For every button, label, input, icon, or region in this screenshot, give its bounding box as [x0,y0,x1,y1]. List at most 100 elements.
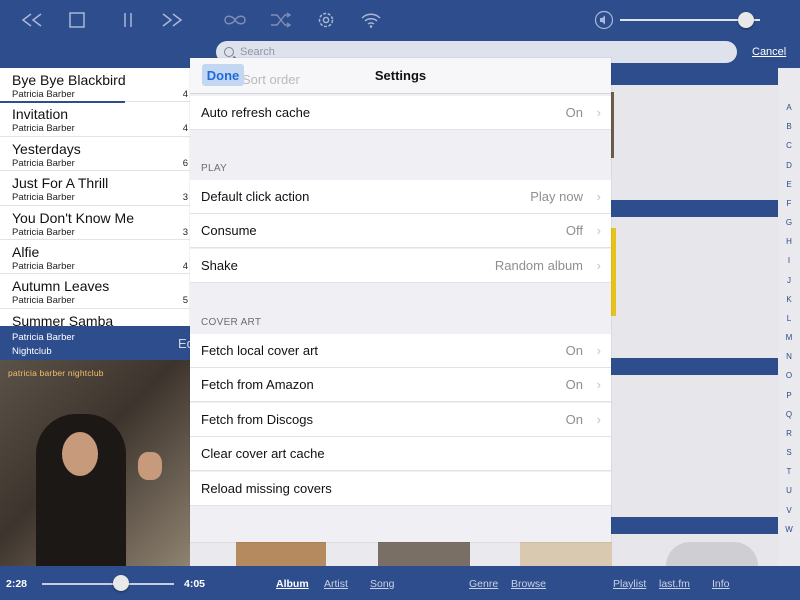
settings-row[interactable]: Clear cover art cache [190,437,611,472]
album-thumb[interactable] [666,542,758,566]
stop-icon[interactable] [63,8,91,32]
alphabet-index-letter[interactable]: A [786,104,791,112]
track-artist: Patricia Barber [12,123,75,135]
rewind-icon[interactable] [18,8,46,32]
settings-row[interactable]: Auto refresh cache On › [190,96,611,130]
cover-hand [138,452,162,480]
alphabet-index-letter[interactable]: F [787,199,792,208]
playlist-item[interactable]: Autumn Leaves Patricia Barber 5 [0,274,190,309]
album-thumb[interactable] [611,92,614,158]
section-band [611,358,778,375]
chevron-right-icon: › [596,343,601,358]
settings-row[interactable]: Fetch from Amazon On › [190,368,611,403]
alphabet-index-letter[interactable]: H [786,238,792,246]
alphabet-index-letter[interactable]: U [786,487,792,495]
alphabet-index-letter[interactable]: O [786,372,792,380]
alphabet-index-letter[interactable]: B [786,123,791,131]
playlist-item[interactable]: Summer Samba [0,309,190,326]
alphabet-index-letter[interactable]: E [786,180,791,189]
setting-label: Shake [201,257,238,273]
alphabet-index-letter[interactable]: K [786,295,791,304]
chevron-right-icon: › [596,223,601,239]
chevron-right-icon: › [596,189,601,204]
cancel-button[interactable]: Cancel [752,46,786,58]
alphabet-index-letter[interactable]: L [787,314,791,323]
album-thumb[interactable] [611,228,616,316]
album-thumb[interactable] [378,542,470,566]
setting-value: Play now [530,189,583,204]
settings-row[interactable]: Shake Random album › [190,248,611,283]
chevron-right-icon: › [596,377,601,393]
nav-tab-lastfm[interactable]: last.fm [659,578,690,590]
repeat-icon[interactable] [221,8,249,32]
playlist-item[interactable]: Bye Bye Blackbird Patricia Barber 4 [0,68,190,103]
alphabet-index-letter[interactable]: S [786,449,791,457]
alphabet-index-letter[interactable]: Q [786,410,792,419]
setting-label: Fetch from Discogs [201,411,313,427]
chevron-right-icon: › [596,411,601,427]
alphabet-index-letter[interactable]: I [788,257,790,265]
gear-icon[interactable] [312,8,340,32]
album-cover[interactable]: patricia barber nightclub [0,360,190,566]
settings-row[interactable]: Consume Off › [190,214,611,249]
album-thumb[interactable] [236,542,326,566]
speaker-icon[interactable] [590,8,618,32]
playlist-item[interactable]: Just For A Thrill Patricia Barber 3 [0,171,190,206]
playlist-item[interactable]: Alfie Patricia Barber 4 [0,240,190,275]
nav-tab-info[interactable]: Info [712,578,730,590]
search-icon [224,47,234,57]
alphabet-index-letter[interactable]: D [786,161,792,170]
alphabet-index-letter[interactable]: M [786,334,793,342]
nav-tab-artist[interactable]: Artist [324,578,348,590]
track-artist: Patricia Barber [12,157,75,169]
alphabet-index-letter[interactable]: G [786,219,792,227]
alphabet-index-letter[interactable]: P [786,391,791,400]
modal-header: Sort order Done Settings [190,58,611,94]
settings-row[interactable]: Reload missing covers [190,471,611,506]
track-title: Summer Samba [12,312,114,326]
alphabet-index-letter[interactable]: J [787,276,791,285]
playback-progress-track[interactable] [42,583,174,585]
album-grid-background [611,68,778,566]
chevron-right-icon: › [596,105,601,120]
setting-value: Off [565,223,583,239]
nav-tab-song[interactable]: Song [370,578,395,590]
search-placeholder: Search [240,46,275,58]
track-title: Invitation [12,106,69,123]
track-number: 4 [182,89,188,100]
volume-slider-knob[interactable] [738,12,754,28]
settings-row[interactable]: Fetch from Discogs On › [190,402,611,437]
settings-section-header: COVER ART [201,317,262,328]
alphabet-index-letter[interactable]: V [786,506,791,515]
alphabet-index-letter[interactable]: R [786,429,792,438]
pause-icon[interactable] [114,8,142,32]
playlist-item[interactable]: Yesterdays Patricia Barber 6 [0,137,190,172]
shuffle-icon[interactable] [267,8,295,32]
playlist-item[interactable]: Invitation Patricia Barber 4 [0,102,190,137]
album-thumb[interactable] [520,542,612,566]
modal-title: Settings [374,68,427,83]
track-title: Alfie [12,243,40,260]
setting-label: Consume [201,223,257,239]
alphabet-index-letter[interactable]: C [786,142,792,150]
settings-modal: Sort order Done Settings Auto refresh ca… [190,58,611,542]
alphabet-index-letter[interactable]: N [786,353,792,361]
nav-tab-genre[interactable]: Genre [469,578,498,590]
section-band [611,68,778,85]
track-title: Yesterdays [12,140,81,157]
wifi-icon[interactable] [357,8,385,32]
nav-tab-browse[interactable]: Browse [511,578,546,590]
playlist-item[interactable]: You Don't Know Me Patricia Barber 3 [0,206,190,240]
nav-tab-playlist[interactable]: Playlist [613,578,646,590]
playback-progress-knob[interactable] [113,575,130,591]
alphabet-index-letter[interactable]: T [787,468,792,476]
setting-label: Fetch from Amazon [201,377,314,393]
setting-label: Fetch local cover art [201,343,319,358]
settings-row[interactable]: Default click action Play now › [190,180,611,214]
alphabet-index-letter[interactable]: W [785,525,793,534]
fast-forward-icon[interactable] [158,8,186,32]
alphabet-index[interactable]: A B C D E F G H I J K L M N O P Q R S T U V W [778,104,800,534]
track-artist: Patricia Barber [12,260,75,272]
nav-tab-album[interactable]: Album [276,578,309,590]
settings-row[interactable]: Fetch local cover art On › [190,334,611,368]
